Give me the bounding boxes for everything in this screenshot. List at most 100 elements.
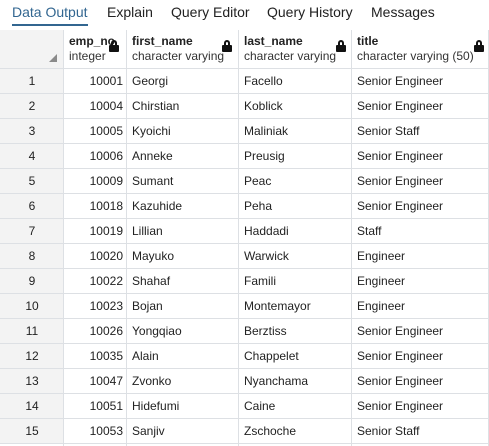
cell-first-name[interactable]: Alain xyxy=(127,344,239,369)
row-divider xyxy=(0,443,489,444)
cell-emp-no[interactable]: 10022 xyxy=(64,269,127,294)
select-all-corner[interactable] xyxy=(0,30,64,68)
tab-label: Data Output xyxy=(12,4,88,20)
column-type: character varying xyxy=(132,49,225,63)
cell-emp-no[interactable]: 10005 xyxy=(64,119,127,144)
cell-emp-no[interactable]: 10018 xyxy=(64,194,127,219)
row-number[interactable]: 2 xyxy=(0,94,64,119)
cell-last-name[interactable]: Koblick xyxy=(239,94,352,119)
cell-first-name[interactable]: Lillian xyxy=(127,219,239,244)
column-header-last-name[interactable]: last_name character varying xyxy=(239,30,352,68)
cell-title[interactable]: Senior Staff xyxy=(352,119,489,144)
lock-icon xyxy=(474,40,484,52)
cell-last-name[interactable]: Warwick xyxy=(239,244,352,269)
row-number[interactable]: 6 xyxy=(0,194,64,219)
cell-first-name[interactable]: Sanjiv xyxy=(127,419,239,444)
tab-data-output[interactable]: Data Output xyxy=(12,0,88,26)
cell-first-name[interactable]: Yongqiao xyxy=(127,319,239,344)
cell-first-name[interactable]: Bojan xyxy=(127,294,239,319)
cell-emp-no[interactable]: 10004 xyxy=(64,94,127,119)
cell-first-name[interactable]: Mayuko xyxy=(127,244,239,269)
cell-title[interactable]: Staff xyxy=(352,219,489,244)
column-divider xyxy=(63,30,64,446)
column-header-emp-no[interactable]: emp_no integer xyxy=(64,30,127,68)
cell-title[interactable]: Senior Engineer xyxy=(352,194,489,219)
cell-first-name[interactable]: Kyoichi xyxy=(127,119,239,144)
row-number[interactable]: 15 xyxy=(0,419,64,444)
cell-title[interactable]: Senior Staff xyxy=(352,419,489,444)
cell-first-name[interactable]: Hidefumi xyxy=(127,394,239,419)
cell-last-name[interactable]: Montemayor xyxy=(239,294,352,319)
cell-last-name[interactable]: Famili xyxy=(239,269,352,294)
cell-last-name[interactable]: Haddadi xyxy=(239,219,352,244)
cell-last-name[interactable]: Peha xyxy=(239,194,352,219)
cell-last-name[interactable]: Facello xyxy=(239,69,352,94)
cell-first-name[interactable]: Anneke xyxy=(127,144,239,169)
tab-explain[interactable]: Explain xyxy=(107,0,153,26)
row-number[interactable]: 5 xyxy=(0,169,64,194)
row-number[interactable]: 1 xyxy=(0,69,64,94)
cell-last-name[interactable]: Preusig xyxy=(239,144,352,169)
row-number[interactable]: 13 xyxy=(0,369,64,394)
cell-first-name[interactable]: Sumant xyxy=(127,169,239,194)
cell-title[interactable]: Engineer xyxy=(352,294,489,319)
cell-first-name[interactable]: Chirstian xyxy=(127,94,239,119)
row-number[interactable]: 8 xyxy=(0,244,64,269)
tab-label: Query History xyxy=(267,4,353,20)
column-name: title xyxy=(357,34,379,48)
tab-label: Query Editor xyxy=(171,4,250,20)
cell-emp-no[interactable]: 10001 xyxy=(64,69,127,94)
cell-emp-no[interactable]: 10020 xyxy=(64,244,127,269)
row-number[interactable]: 11 xyxy=(0,319,64,344)
cell-emp-no[interactable]: 10006 xyxy=(64,144,127,169)
row-number[interactable]: 14 xyxy=(0,394,64,419)
cell-first-name[interactable]: Georgi xyxy=(127,69,239,94)
column-header-title[interactable]: title character varying (50) xyxy=(352,30,489,68)
cell-title[interactable]: Senior Engineer xyxy=(352,319,489,344)
cell-emp-no[interactable]: 10009 xyxy=(64,169,127,194)
cell-last-name[interactable]: Maliniak xyxy=(239,119,352,144)
cell-emp-no[interactable]: 10051 xyxy=(64,394,127,419)
cell-title[interactable]: Senior Engineer xyxy=(352,369,489,394)
cell-emp-no[interactable]: 10047 xyxy=(64,369,127,394)
tab-messages[interactable]: Messages xyxy=(371,0,435,26)
select-all-triangle-icon xyxy=(49,54,57,62)
tab-label: Explain xyxy=(107,4,153,20)
column-divider xyxy=(126,30,127,446)
cell-title[interactable]: Senior Engineer xyxy=(352,344,489,369)
column-type: character varying (50) xyxy=(357,49,474,63)
cell-first-name[interactable]: Zvonko xyxy=(127,369,239,394)
cell-emp-no[interactable]: 10035 xyxy=(64,344,127,369)
cell-last-name[interactable]: Zschoche xyxy=(239,419,352,444)
cell-first-name[interactable]: Kazuhide xyxy=(127,194,239,219)
cell-emp-no[interactable]: 10019 xyxy=(64,219,127,244)
cell-last-name[interactable]: Berztiss xyxy=(239,319,352,344)
row-number[interactable]: 10 xyxy=(0,294,64,319)
row-number[interactable]: 7 xyxy=(0,219,64,244)
data-output-grid: emp_no integer first_name character vary… xyxy=(0,30,489,446)
row-number[interactable]: 12 xyxy=(0,344,64,369)
column-type: character varying xyxy=(244,49,337,63)
row-number[interactable]: 3 xyxy=(0,119,64,144)
column-header-first-name[interactable]: first_name character varying xyxy=(127,30,239,68)
cell-title[interactable]: Engineer xyxy=(352,244,489,269)
cell-title[interactable]: Senior Engineer xyxy=(352,169,489,194)
cell-last-name[interactable]: Caine xyxy=(239,394,352,419)
cell-last-name[interactable]: Peac xyxy=(239,169,352,194)
row-number[interactable]: 9 xyxy=(0,269,64,294)
tab-query-editor[interactable]: Query Editor xyxy=(171,0,250,26)
row-number[interactable]: 4 xyxy=(0,144,64,169)
cell-emp-no[interactable]: 10023 xyxy=(64,294,127,319)
cell-emp-no[interactable]: 10053 xyxy=(64,419,127,444)
cell-title[interactable]: Senior Engineer xyxy=(352,69,489,94)
tab-query-history[interactable]: Query History xyxy=(267,0,353,26)
cell-title[interactable]: Senior Engineer xyxy=(352,394,489,419)
cell-title[interactable]: Senior Engineer xyxy=(352,144,489,169)
cell-last-name[interactable]: Chappelet xyxy=(239,344,352,369)
cell-emp-no[interactable]: 10026 xyxy=(64,319,127,344)
result-tabbar: Data Output Explain Query Editor Query H… xyxy=(0,0,489,26)
cell-last-name[interactable]: Nyanchama xyxy=(239,369,352,394)
cell-first-name[interactable]: Shahaf xyxy=(127,269,239,294)
cell-title[interactable]: Senior Engineer xyxy=(352,94,489,119)
cell-title[interactable]: Engineer xyxy=(352,269,489,294)
